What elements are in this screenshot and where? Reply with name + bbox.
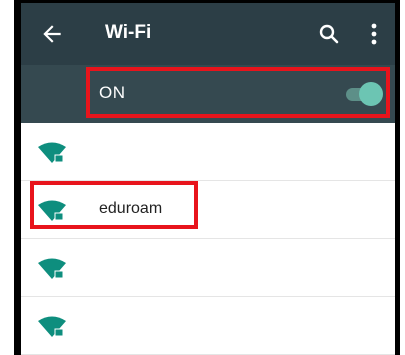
wifi-secured-icon — [38, 142, 66, 163]
wifi-secured-icon — [38, 258, 66, 279]
more-vert-icon[interactable] — [369, 21, 379, 47]
highlight-box-eduroam — [30, 181, 198, 229]
arrow-left-icon[interactable] — [39, 21, 65, 47]
wifi-secured-icon — [38, 316, 66, 337]
phone-screen: Wi-Fi ON eduroam — [14, 0, 400, 355]
page-title: Wi-Fi — [105, 22, 152, 43]
network-row[interactable] — [21, 123, 395, 181]
app-bar: Wi-Fi — [21, 3, 395, 65]
highlight-box-on — [86, 67, 390, 118]
network-row[interactable] — [21, 239, 395, 297]
network-row[interactable] — [21, 297, 395, 355]
network-list: eduroam — [21, 123, 395, 355]
search-icon[interactable] — [317, 22, 341, 46]
